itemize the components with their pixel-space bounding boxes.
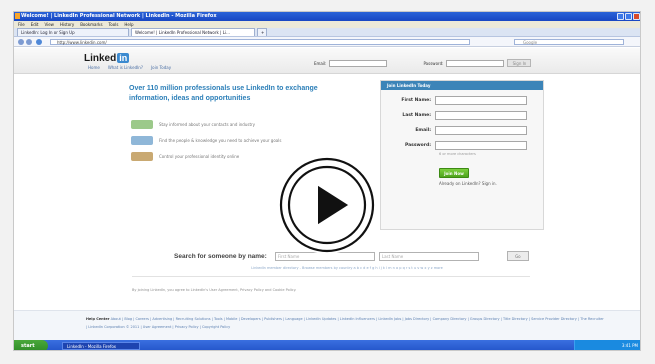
site-nav: Home What is LinkedIn? Join Today <box>88 65 171 70</box>
feature-text: Control your professional identity onlin… <box>159 153 240 159</box>
search-go-button[interactable]: Go <box>506 251 529 261</box>
login-password-field[interactable] <box>446 59 505 67</box>
divider <box>132 276 530 277</box>
email-label: Email: <box>415 128 431 133</box>
first-name-label: First Name: <box>401 98 431 103</box>
password-label: Password: <box>404 143 431 148</box>
nav-what-is-linkedin[interactable]: What is LinkedIn? <box>108 65 143 70</box>
footer-links[interactable]: Help Center About | Blog | Careers | Adv… <box>86 315 606 331</box>
page-headline: Over 110 million professionals use Linke… <box>129 85 318 102</box>
nav-join-today[interactable]: Join Today <box>151 65 171 70</box>
tab-bar: LinkedIn: Log In or Sign Up Welcome! | L… <box>14 28 640 37</box>
email-row: Email: <box>381 126 543 135</box>
minimize-icon[interactable] <box>617 13 624 20</box>
close-icon[interactable] <box>633 13 640 20</box>
feature-text: Stay informed about your contacts and in… <box>159 121 256 127</box>
sign-in-link[interactable]: Already on LinkedIn? Sign in. <box>439 181 543 186</box>
join-now-button[interactable]: Join Now <box>439 168 469 178</box>
knowledge-icon <box>131 135 153 145</box>
last-name-field[interactable] <box>435 111 527 120</box>
home-icon[interactable] <box>36 39 42 45</box>
logo-badge: in <box>117 53 130 63</box>
nav-home[interactable]: Home <box>88 65 100 70</box>
password-hint: 6 or more characters <box>439 152 476 156</box>
window-controls <box>617 13 640 20</box>
footer-link-list[interactable]: About | Blog | Careers | Advertising | R… <box>86 317 604 329</box>
page-footer: Help Center About | Blog | Careers | Adv… <box>14 310 640 340</box>
logo-text: Linked <box>84 53 117 64</box>
people-search-label: Search for someone by name: <box>174 252 267 260</box>
system-tray-clock: 3:41 PM <box>574 340 640 350</box>
linkedin-logo[interactable]: Linked in <box>84 53 130 64</box>
menu-tools[interactable]: Tools <box>109 21 119 28</box>
menu-view[interactable]: View <box>44 21 54 28</box>
contacts-icon <box>131 119 153 129</box>
login-form: Email: Password: Sign In <box>314 59 532 67</box>
email-field[interactable] <box>435 126 527 135</box>
menu-bookmarks[interactable]: Bookmarks <box>80 21 102 28</box>
legal-text: By joining LinkedIn, you agree to Linked… <box>132 288 297 292</box>
address-bar[interactable]: http://www.linkedin.com/ <box>50 39 470 45</box>
join-form-title: Join LinkedIn Today <box>381 81 543 90</box>
video-frame: Welcome! | LinkedIn Professional Network… <box>0 0 655 364</box>
window-titlebar: Welcome! | LinkedIn Professional Network… <box>14 12 640 21</box>
search-bar[interactable]: Google <box>514 39 624 45</box>
first-name-field[interactable] <box>435 96 527 105</box>
login-password-label: Password: <box>423 60 444 66</box>
login-email-label: Email: <box>314 60 327 66</box>
menu-history[interactable]: History <box>60 21 74 28</box>
feature-item: Stay informed about your contacts and in… <box>131 116 331 132</box>
sign-in-button[interactable]: Sign In <box>507 59 532 67</box>
maximize-icon[interactable] <box>625 13 632 20</box>
help-center-link[interactable]: Help Center <box>86 317 109 321</box>
play-button-icon[interactable] <box>277 155 377 255</box>
feature-text: Find the people & knowledge you need to … <box>159 137 282 143</box>
first-name-row: First Name: <box>381 96 543 105</box>
new-tab-button[interactable]: + <box>257 28 267 36</box>
back-icon[interactable] <box>18 39 24 45</box>
identity-icon <box>131 151 153 161</box>
taskbar-item-firefox[interactable]: LinkedIn - Mozilla Firefox <box>62 342 140 350</box>
password-row: Password: <box>381 141 543 150</box>
menu-edit[interactable]: Edit <box>31 21 39 28</box>
search-last-name[interactable]: Last Name <box>378 251 479 261</box>
menu-help[interactable]: Help <box>124 21 133 28</box>
member-directory-links[interactable]: LinkedIn member directory - Browse membe… <box>212 266 482 270</box>
menu-bar: File Edit View History Bookmarks Tools H… <box>14 21 640 28</box>
tab-login[interactable]: LinkedIn: Log In or Sign Up <box>17 28 129 36</box>
join-form: Join LinkedIn Today First Name: Last Nam… <box>380 80 544 230</box>
password-field[interactable] <box>435 141 527 150</box>
window-title: Welcome! | LinkedIn Professional Network… <box>21 13 217 19</box>
login-email-field[interactable] <box>329 59 388 67</box>
windows-taskbar: start LinkedIn - Mozilla Firefox 3:41 PM <box>14 340 640 350</box>
tab-welcome[interactable]: Welcome! | LinkedIn Professional Network… <box>131 28 255 36</box>
navigation-bar: http://www.linkedin.com/ Google <box>14 37 640 47</box>
firefox-icon <box>15 13 20 19</box>
menu-file[interactable]: File <box>18 21 25 28</box>
feature-item: Find the people & knowledge you need to … <box>131 132 331 148</box>
forward-icon[interactable] <box>26 39 32 45</box>
last-name-label: Last Name: <box>402 113 431 118</box>
linkedin-header: Linked in Home What is LinkedIn? Join Tod… <box>14 48 640 74</box>
start-button[interactable]: start <box>14 340 48 350</box>
last-name-row: Last Name: <box>381 111 543 120</box>
